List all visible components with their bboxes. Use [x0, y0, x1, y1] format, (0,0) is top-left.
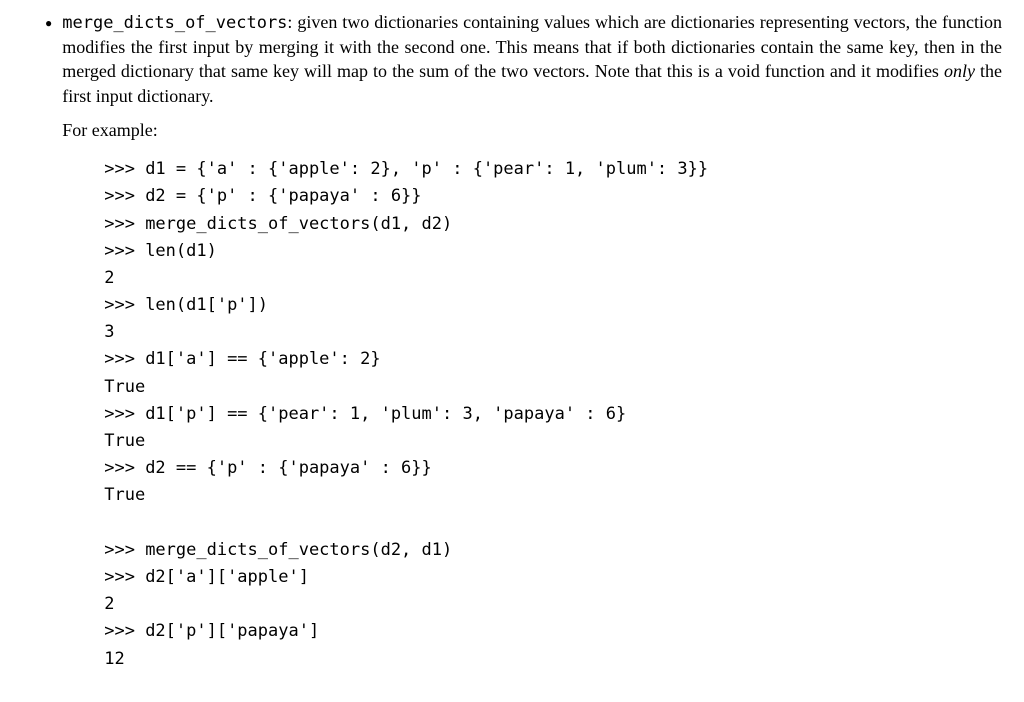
description-paragraph: merge_dicts_of_vectors: given two dictio…: [62, 10, 1002, 108]
function-name: merge_dicts_of_vectors: [62, 13, 287, 33]
emphasis-only: only: [944, 61, 975, 81]
bullet-marker: ●: [45, 10, 62, 36]
document-page: ● merge_dicts_of_vectors: given two dict…: [0, 0, 1024, 695]
item-body: merge_dicts_of_vectors: given two dictio…: [62, 10, 1002, 673]
bullet-item: ● merge_dicts_of_vectors: given two dict…: [45, 10, 1002, 673]
code-example: >>> d1 = {'a' : {'apple': 2}, 'p' : {'pe…: [104, 156, 1002, 673]
example-label: For example:: [62, 118, 1002, 142]
